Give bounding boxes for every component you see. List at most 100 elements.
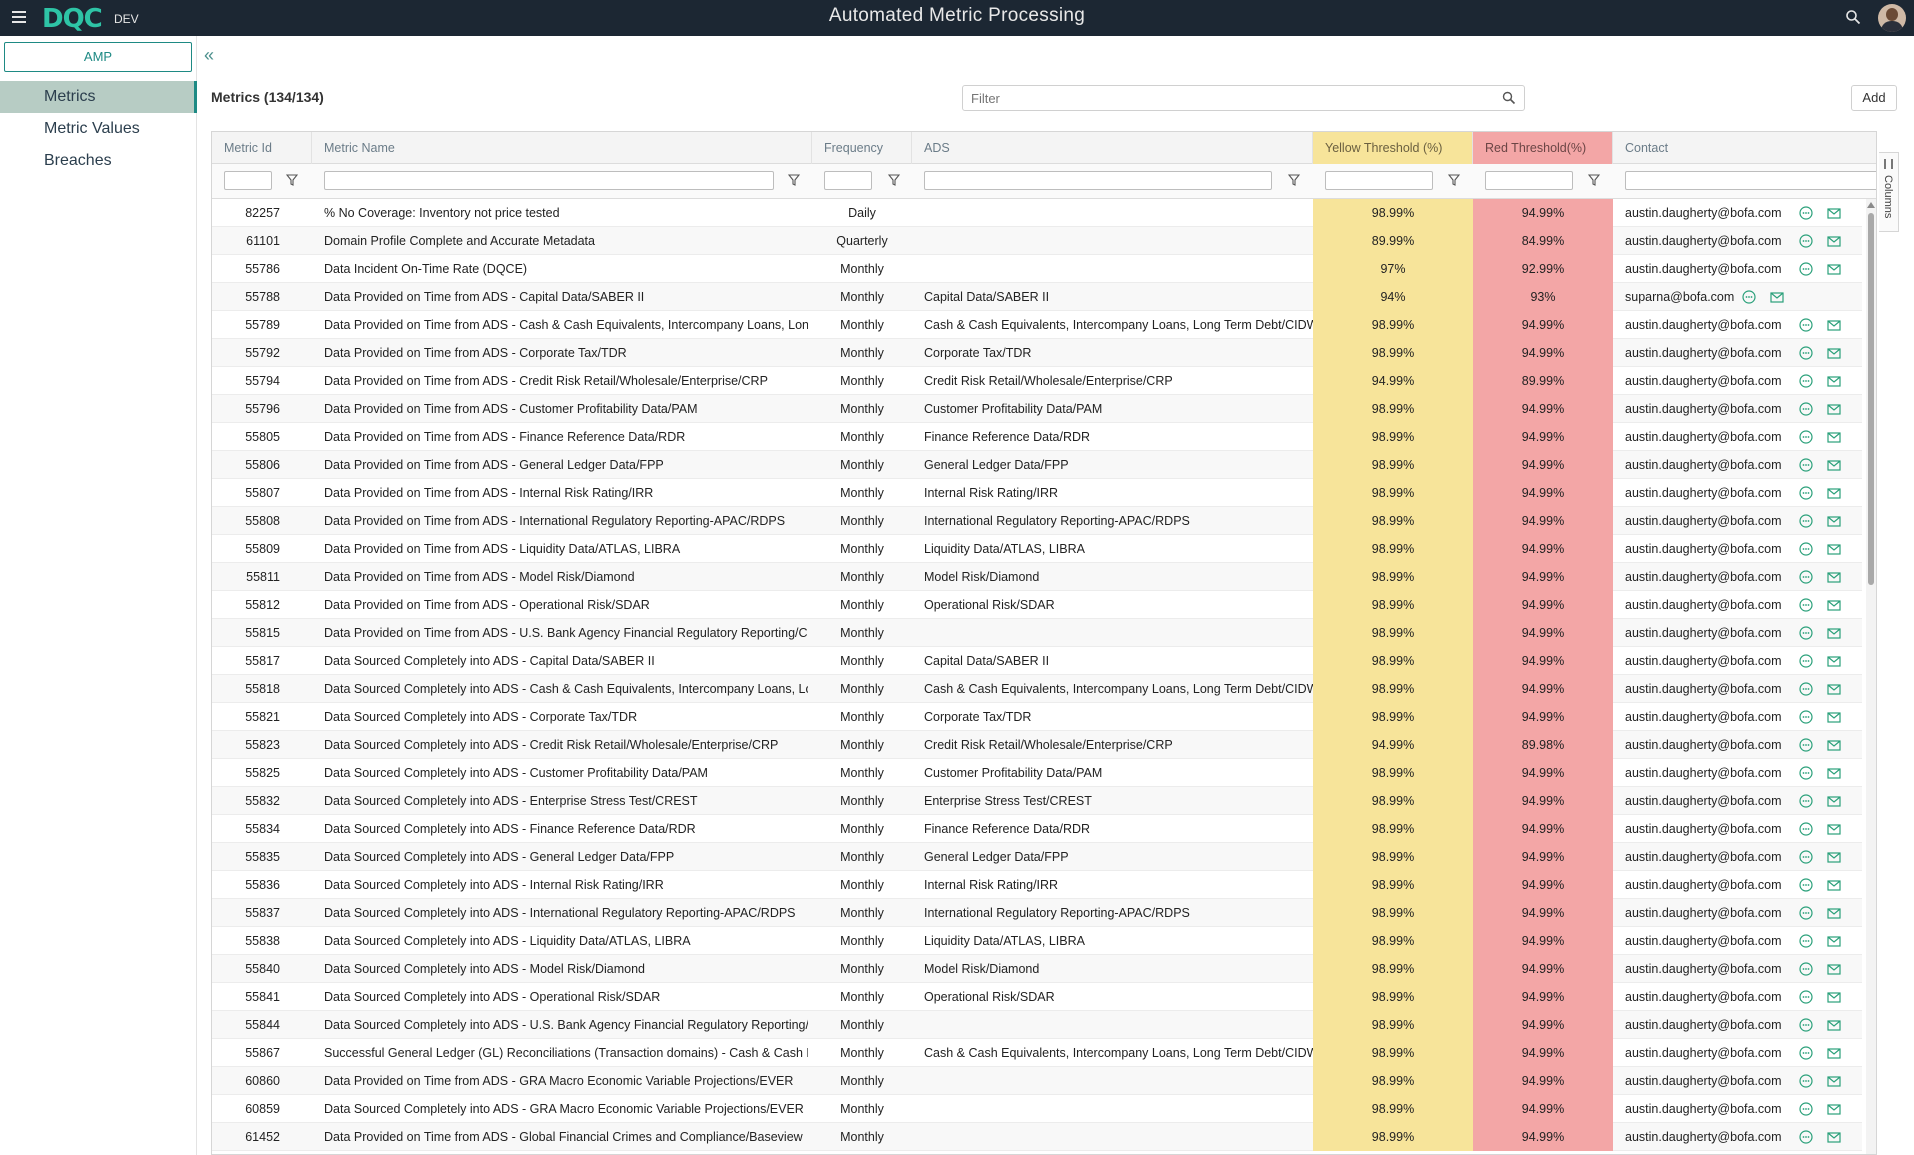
table-row[interactable]: 55821 Data Sourced Completely into ADS - … — [212, 703, 1862, 731]
email-icon[interactable] — [1826, 1073, 1842, 1089]
chat-icon[interactable] — [1798, 961, 1814, 977]
email-icon[interactable] — [1826, 737, 1842, 753]
table-row[interactable]: 55812 Data Provided on Time from ADS - Op… — [212, 591, 1862, 619]
table-row[interactable]: 55823 Data Sourced Completely into ADS - … — [212, 731, 1862, 759]
filter-icon[interactable] — [286, 173, 298, 187]
sidebar-item-metrics[interactable]: Metrics — [0, 81, 197, 113]
table-row[interactable]: 55796 Data Provided on Time from ADS - Cu… — [212, 395, 1862, 423]
email-icon[interactable] — [1826, 541, 1842, 557]
columns-panel-tab[interactable]: Columns — [1879, 152, 1899, 232]
email-icon[interactable] — [1826, 317, 1842, 333]
table-row[interactable]: 55815 Data Provided on Time from ADS - U.… — [212, 619, 1862, 647]
chat-icon[interactable] — [1741, 289, 1757, 305]
add-button[interactable]: Add — [1851, 85, 1897, 111]
column-header-frequency[interactable]: Frequency — [812, 132, 912, 164]
collapse-sidebar-icon[interactable]: « — [204, 45, 214, 66]
email-icon[interactable] — [1826, 905, 1842, 921]
table-row[interactable]: 55818 Data Sourced Completely into ADS - … — [212, 675, 1862, 703]
table-row[interactable]: 61101 Domain Profile Complete and Accurat… — [212, 227, 1862, 255]
vertical-scrollbar[interactable] — [1866, 199, 1876, 1154]
table-row[interactable]: 55807 Data Provided on Time from ADS - In… — [212, 479, 1862, 507]
chat-icon[interactable] — [1798, 485, 1814, 501]
table-row[interactable]: 55789 Data Provided on Time from ADS - Ca… — [212, 311, 1862, 339]
email-icon[interactable] — [1826, 1129, 1842, 1145]
table-row[interactable]: 55809 Data Provided on Time from ADS - Li… — [212, 535, 1862, 563]
table-row[interactable]: 60860 Data Provided on Time from ADS - GR… — [212, 1067, 1862, 1095]
table-row[interactable]: 55805 Data Provided on Time from ADS - Fi… — [212, 423, 1862, 451]
chat-icon[interactable] — [1798, 541, 1814, 557]
chat-icon[interactable] — [1798, 233, 1814, 249]
email-icon[interactable] — [1826, 513, 1842, 529]
scrollbar-thumb[interactable] — [1868, 213, 1874, 585]
table-row[interactable]: 55838 Data Sourced Completely into ADS - … — [212, 927, 1862, 955]
email-icon[interactable] — [1826, 989, 1842, 1005]
email-icon[interactable] — [1826, 877, 1842, 893]
table-row[interactable]: 55844 Data Sourced Completely into ADS - … — [212, 1011, 1862, 1039]
email-icon[interactable] — [1826, 401, 1842, 417]
ads-filter-input[interactable] — [924, 171, 1272, 190]
chat-icon[interactable] — [1798, 1101, 1814, 1117]
email-icon[interactable] — [1826, 373, 1842, 389]
email-icon[interactable] — [1826, 849, 1842, 865]
table-row[interactable]: 55841 Data Sourced Completely into ADS - … — [212, 983, 1862, 1011]
contact-filter-input[interactable] — [1625, 171, 1876, 190]
table-row[interactable]: 55786 Data Incident On-Time Rate (DQCE) Mo… — [212, 255, 1862, 283]
chat-icon[interactable] — [1798, 205, 1814, 221]
chat-icon[interactable] — [1798, 681, 1814, 697]
sidebar-item-breaches[interactable]: Breaches — [0, 145, 197, 177]
search-icon[interactable] — [1845, 9, 1861, 25]
table-row[interactable]: 55867 Successful General Ledger (GL) Reco… — [212, 1039, 1862, 1067]
email-icon[interactable] — [1826, 597, 1842, 613]
table-row[interactable]: 55792 Data Provided on Time from ADS - Co… — [212, 339, 1862, 367]
table-row[interactable]: 55832 Data Sourced Completely into ADS - … — [212, 787, 1862, 815]
chat-icon[interactable] — [1798, 401, 1814, 417]
chat-icon[interactable] — [1798, 1017, 1814, 1033]
frequency-filter-input[interactable] — [824, 171, 872, 190]
chat-icon[interactable] — [1798, 653, 1814, 669]
table-row[interactable]: 55840 Data Sourced Completely into ADS - … — [212, 955, 1862, 983]
chat-icon[interactable] — [1798, 765, 1814, 781]
filter-input[interactable] — [963, 86, 1483, 110]
email-icon[interactable] — [1826, 1017, 1842, 1033]
column-header-ads[interactable]: ADS — [912, 132, 1313, 164]
chat-icon[interactable] — [1798, 793, 1814, 809]
email-icon[interactable] — [1826, 457, 1842, 473]
filter-icon[interactable] — [1448, 173, 1460, 187]
column-header-metric-id[interactable]: Metric Id — [212, 132, 312, 164]
email-icon[interactable] — [1826, 1101, 1842, 1117]
app-switch-button[interactable]: AMP — [4, 42, 192, 72]
sidebar-item-metric-values[interactable]: Metric Values — [0, 113, 197, 145]
table-row[interactable]: 55788 Data Provided on Time from ADS - Ca… — [212, 283, 1862, 311]
filter-icon[interactable] — [788, 173, 800, 187]
table-row[interactable]: 61452 Data Provided on Time from ADS - Gl… — [212, 1123, 1862, 1151]
table-row[interactable]: 55811 Data Provided on Time from ADS - Mo… — [212, 563, 1862, 591]
email-icon[interactable] — [1826, 1045, 1842, 1061]
email-icon[interactable] — [1769, 289, 1785, 305]
chat-icon[interactable] — [1798, 1129, 1814, 1145]
chat-icon[interactable] — [1798, 989, 1814, 1005]
email-icon[interactable] — [1826, 233, 1842, 249]
chat-icon[interactable] — [1798, 345, 1814, 361]
table-row[interactable]: 60859 Data Sourced Completely into ADS - … — [212, 1095, 1862, 1123]
table-row[interactable]: 55836 Data Sourced Completely into ADS - … — [212, 871, 1862, 899]
email-icon[interactable] — [1826, 709, 1842, 725]
table-row[interactable]: 55837 Data Sourced Completely into ADS - … — [212, 899, 1862, 927]
chat-icon[interactable] — [1798, 597, 1814, 613]
email-icon[interactable] — [1826, 681, 1842, 697]
email-icon[interactable] — [1826, 261, 1842, 277]
chat-icon[interactable] — [1798, 457, 1814, 473]
email-icon[interactable] — [1826, 933, 1842, 949]
metric-id-filter-input[interactable] — [224, 171, 272, 190]
table-row[interactable]: 55806 Data Provided on Time from ADS - Ge… — [212, 451, 1862, 479]
hamburger-menu-icon[interactable] — [12, 11, 26, 25]
filter-icon[interactable] — [888, 173, 900, 187]
email-icon[interactable] — [1826, 429, 1842, 445]
search-icon[interactable] — [1502, 91, 1516, 105]
filter-icon[interactable] — [1588, 173, 1600, 187]
filter-icon[interactable] — [1288, 173, 1300, 187]
chat-icon[interactable] — [1798, 737, 1814, 753]
user-avatar[interactable] — [1878, 4, 1906, 32]
column-header-yellow-threshold[interactable]: Yellow Threshold (%) — [1313, 132, 1473, 164]
column-header-metric-name[interactable]: Metric Name — [312, 132, 812, 164]
chat-icon[interactable] — [1798, 905, 1814, 921]
